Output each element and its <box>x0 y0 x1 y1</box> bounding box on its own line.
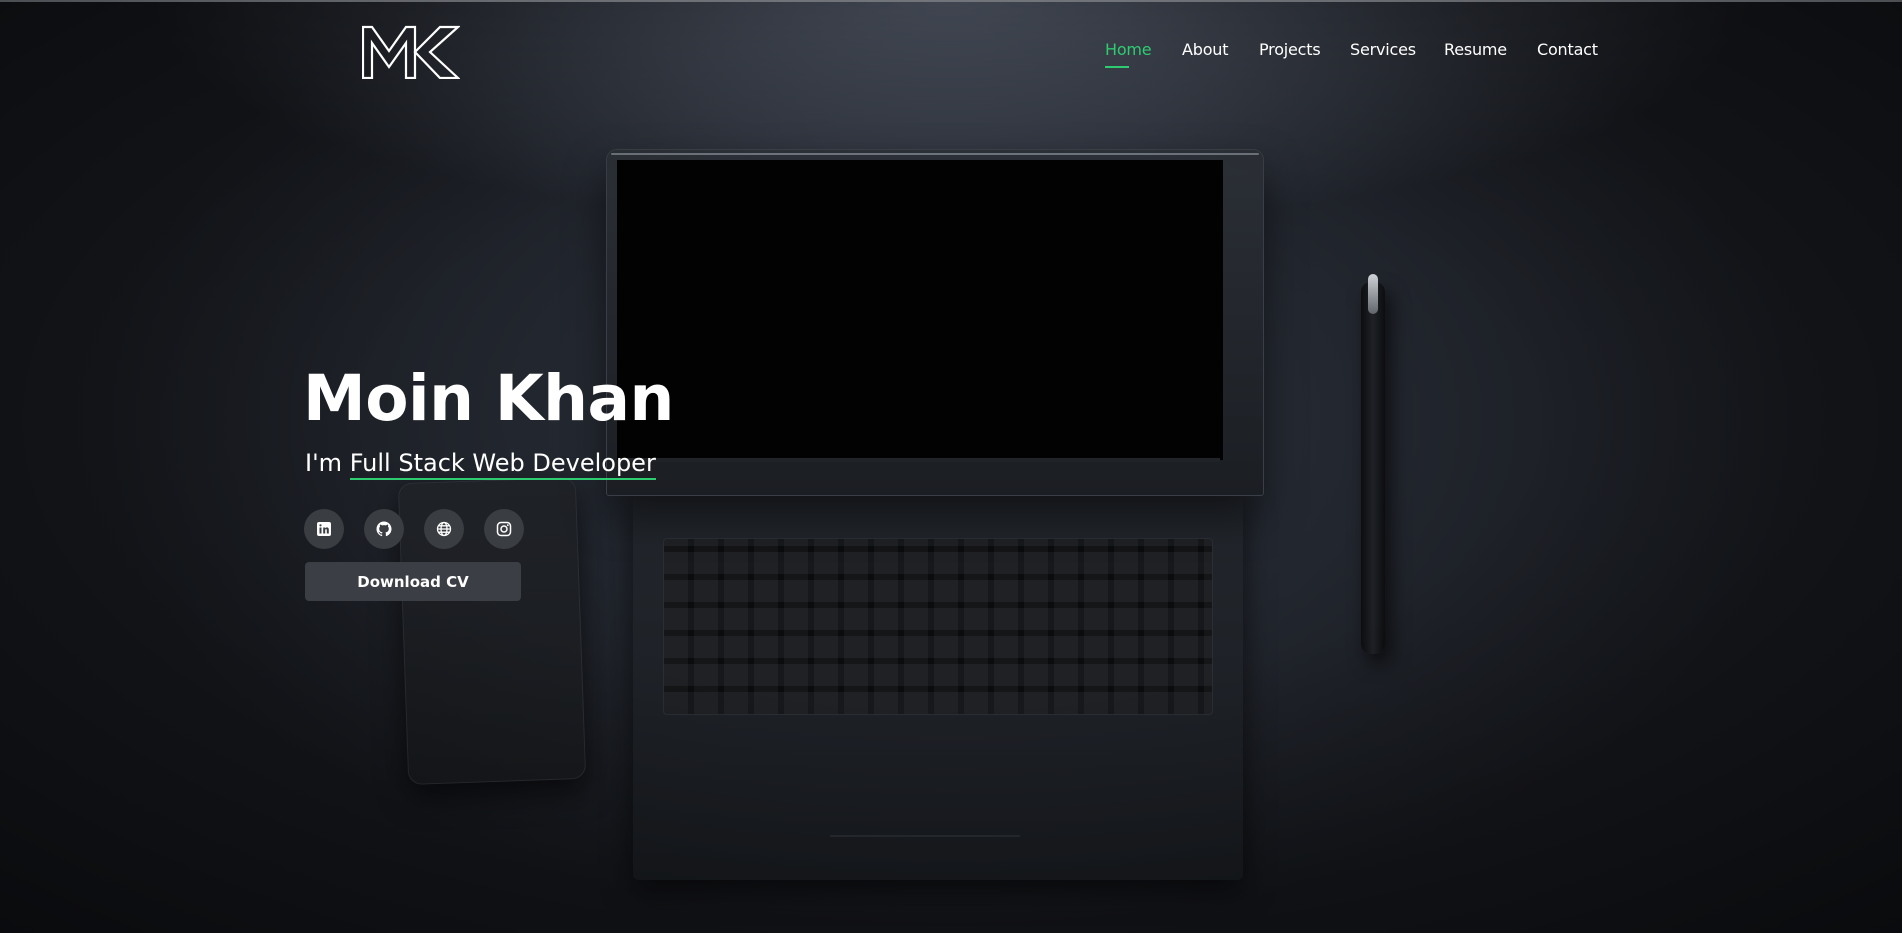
background-laptop-hinge <box>620 458 1220 462</box>
background-laptop-keyboard <box>663 538 1213 715</box>
top-border <box>0 0 1902 2</box>
hero-name: Moin Khan <box>303 362 674 435</box>
instagram-button[interactable] <box>484 509 524 549</box>
nav-contact[interactable]: Contact <box>1537 40 1598 59</box>
tagline-role: Full Stack Web Developer <box>349 449 656 480</box>
nav-services[interactable]: Services <box>1350 40 1416 59</box>
tagline-prefix: I'm <box>305 449 350 477</box>
nav-resume[interactable]: Resume <box>1444 40 1507 59</box>
background-laptop-screen <box>617 160 1223 460</box>
nav-projects[interactable]: Projects <box>1259 40 1321 59</box>
linkedin-button[interactable] <box>304 509 344 549</box>
background-pen <box>1361 274 1385 654</box>
instagram-icon <box>496 521 512 537</box>
hero-tagline: I'm Full Stack Web Developer <box>305 449 656 480</box>
globe-icon <box>436 521 452 537</box>
main-nav: Home About Projects Services Resume Cont… <box>0 40 1902 70</box>
github-button[interactable] <box>364 509 404 549</box>
github-icon <box>376 521 392 537</box>
website-button[interactable] <box>424 509 464 549</box>
download-cv-button[interactable]: Download CV <box>305 562 521 601</box>
hero-section: Home About Projects Services Resume Cont… <box>0 0 1902 933</box>
linkedin-icon <box>317 522 331 536</box>
nav-active-indicator <box>1105 66 1129 68</box>
background-laptop-trackpad <box>830 835 1020 837</box>
nav-home[interactable]: Home <box>1105 40 1152 59</box>
nav-about[interactable]: About <box>1182 40 1229 59</box>
